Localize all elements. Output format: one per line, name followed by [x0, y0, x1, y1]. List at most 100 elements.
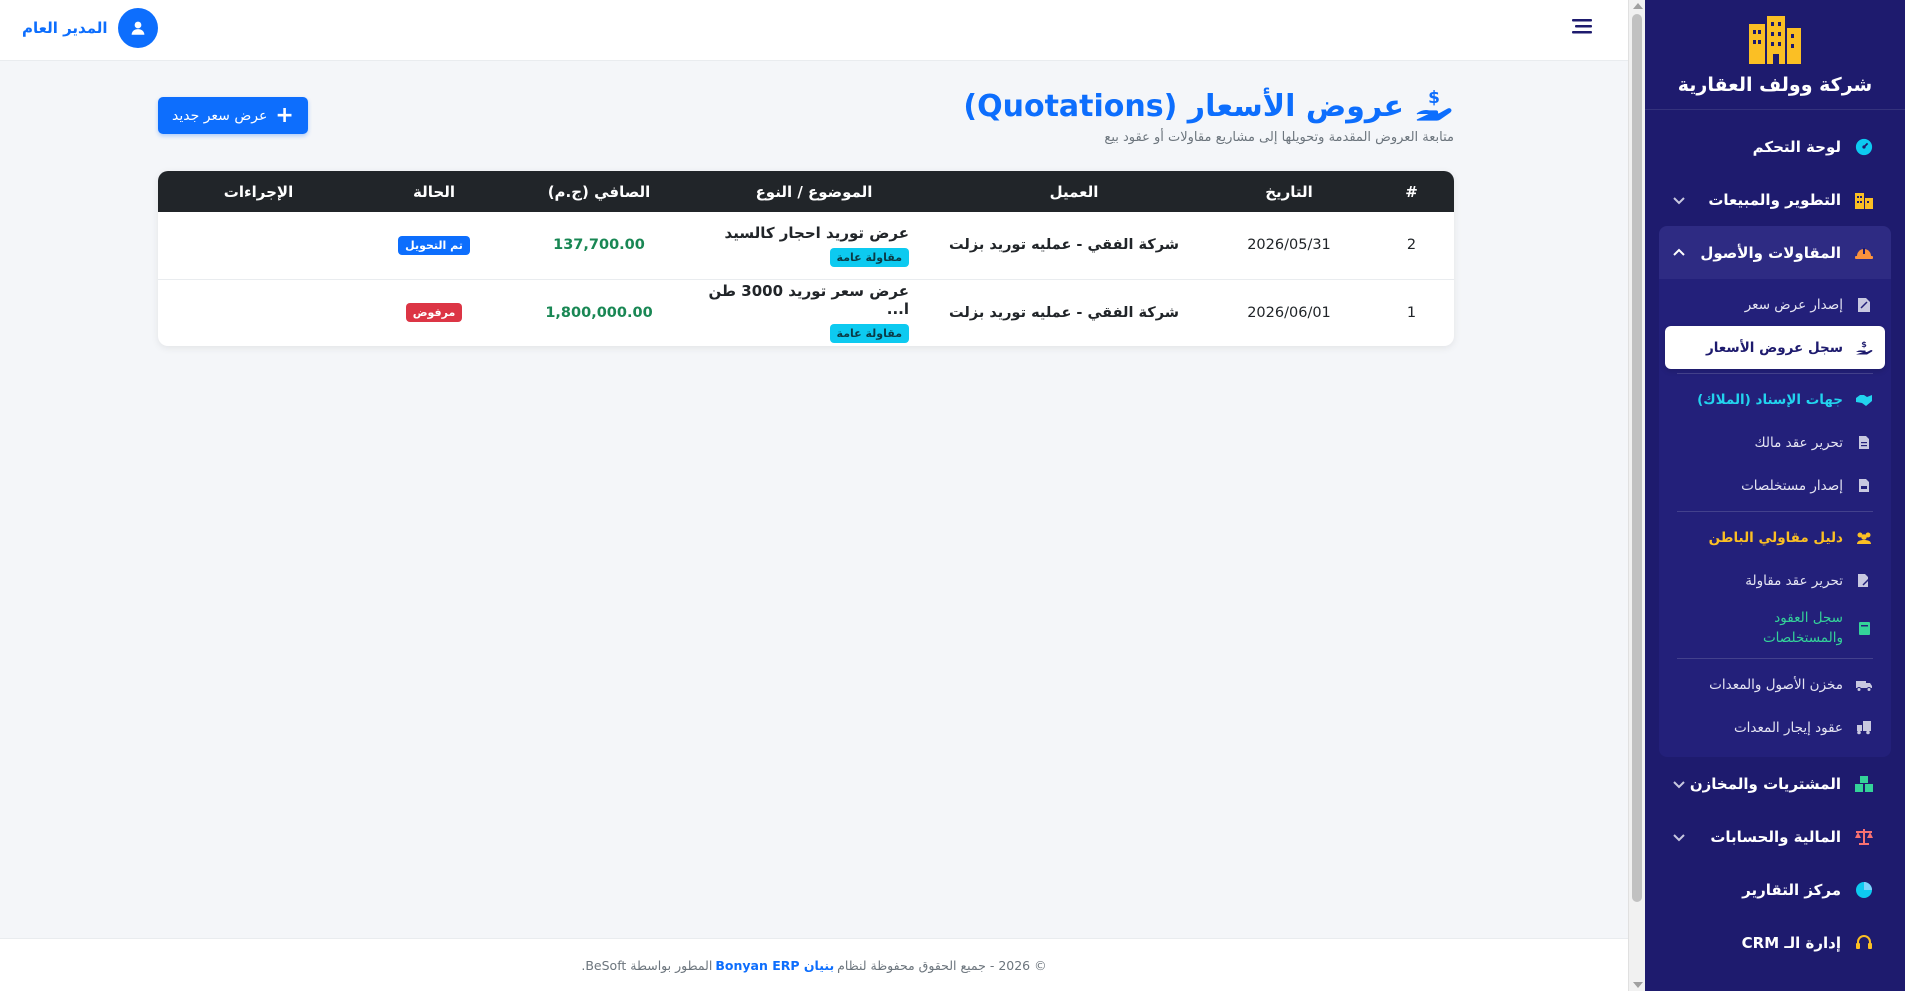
row-subject: عرض سعر توريد 3000 طن ا... مقاولة عامة: [689, 279, 939, 346]
sidebar-item-finance-accounts[interactable]: المالية والحسابات: [1659, 810, 1891, 863]
sidebar-subitem-owner-contract[interactable]: تحرير عقد مالك: [1665, 421, 1885, 464]
row-client: شركة الفقي - عمليه توريد بزلت: [949, 237, 1179, 254]
pie-chart-icon: [1853, 879, 1875, 901]
row-subject: عرض توريد احجار كالسيد مقاولة عامة: [689, 212, 939, 279]
avatar[interactable]: [117, 8, 158, 48]
sidebar-subitem-label: إصدار عرض سعر: [1744, 296, 1843, 313]
book-icon: [1855, 619, 1873, 637]
sidebar-item-reports-center[interactable]: مركز التقارير: [1659, 863, 1891, 916]
gauge-icon: [1853, 136, 1875, 158]
table-header-row: # التاريخ العميل الموضوع / النوع الصافي …: [158, 171, 1454, 212]
file-pen-icon: [1855, 572, 1873, 590]
sidebar-subitem-label: جهات الإسناد (الملاك): [1697, 391, 1843, 408]
menu-toggle-button[interactable]: [1570, 14, 1594, 38]
sidebar-subitem-assets-store[interactable]: مخزن الأصول والمعدات: [1665, 663, 1885, 706]
brand-name: شركة وولف العقارية: [1677, 73, 1873, 96]
table-row[interactable]: 2 2026/05/31 شركة الفقي - عمليه توريد بز…: [158, 212, 1454, 279]
user-icon: [131, 21, 144, 35]
page-subtitle: متابعة العروض المقدمة وتحويلها إلى مشاري…: [1104, 130, 1454, 145]
sidebar-subitem-owners[interactable]: جهات الإسناد (الملاك): [1665, 378, 1885, 421]
sidebar-item-purchases-stores[interactable]: المشتريات والمخازن: [1659, 757, 1891, 810]
sidebar-subitem-label: تحرير عقد مالك: [1754, 434, 1843, 451]
header-client[interactable]: العميل: [939, 171, 1209, 212]
plus-icon: +: [275, 102, 294, 128]
sidebar-subitem-label: مخزن الأصول والمعدات: [1709, 676, 1843, 693]
brand[interactable]: شركة وولف العقارية: [1645, 0, 1905, 110]
sidebar-subitem-label: دليل مقاولي الباطن: [1708, 529, 1843, 546]
sidebar-item-development-sales[interactable]: التطوير والمبيعات: [1659, 173, 1891, 226]
row-actions: [158, 279, 359, 346]
scroll-up-arrow[interactable]: [1633, 3, 1643, 9]
header-date[interactable]: التاريخ: [1209, 171, 1369, 212]
chevron-down-icon: [1673, 780, 1685, 788]
row-net: 137,700.00: [553, 237, 645, 254]
status-badge: تم التحويل: [398, 235, 470, 255]
row-status: مرفوض: [359, 279, 509, 346]
header-net[interactable]: الصافي (ج.م): [509, 171, 689, 212]
handshake-icon: [1855, 391, 1873, 409]
headset-icon: [1853, 932, 1875, 954]
sidebar-subitem-label: سجل عروض الأسعار: [1705, 339, 1843, 356]
row-num: 1: [1406, 304, 1417, 321]
subject-title: عرض سعر توريد 3000 طن ا...: [708, 282, 909, 319]
row-num: 2: [1406, 237, 1417, 254]
new-quotation-button[interactable]: + عرض سعر جديد: [158, 97, 308, 134]
header-actions: الإجراءات: [223, 182, 294, 201]
header-num[interactable]: #: [1369, 171, 1454, 212]
sidebar-item-label: المشتريات والمخازن: [1689, 774, 1841, 793]
sidebar-subitem-issue-quotation[interactable]: إصدار عرض سعر: [1665, 283, 1885, 326]
scale-icon: [1853, 826, 1875, 848]
sidebar-subitem-label: سجل العقود والمستخلصات: [1762, 610, 1843, 646]
sidebar-subitem-contracts-log[interactable]: سجل العقود والمستخلصات: [1665, 602, 1885, 654]
new-quotation-label: عرض سعر جديد: [172, 107, 268, 124]
sidebar-subitem-subcontractors[interactable]: دليل مقاولي الباطن: [1665, 516, 1885, 559]
scroll-thumb[interactable]: [1632, 14, 1642, 902]
page-title: عروض الأسعار (Quotations): [963, 88, 1404, 124]
sidebar-item-label: مركز التقارير: [1742, 880, 1841, 899]
row-status: تم التحويل: [359, 212, 509, 279]
quotations-table: # التاريخ العميل الموضوع / النوع الصافي …: [158, 171, 1454, 346]
main-content: المدير العام $ عروض الأسعار (Quotations)…: [0, 0, 1628, 991]
sidebar-item-contracting-assets[interactable]: المقاولات والأصول: [1659, 226, 1891, 279]
building-logo-icon: [1749, 15, 1801, 64]
row-net: 1,800,000.00: [545, 304, 653, 321]
boxes-icon: [1853, 773, 1875, 795]
hamburger-icon[interactable]: [1570, 14, 1594, 38]
scroll-down-arrow[interactable]: [1633, 982, 1643, 988]
status-badge: مرفوض: [405, 303, 463, 323]
user-name[interactable]: المدير العام: [22, 19, 108, 37]
sidebar-item-label: إدارة الـ CRM: [1741, 933, 1841, 952]
header-status[interactable]: الحالة: [359, 171, 509, 212]
sidebar-subitem-contract-editor[interactable]: تحرير عقد مقاولة: [1665, 559, 1885, 602]
page-scrollbar[interactable]: [1628, 0, 1645, 991]
footer-brand-link[interactable]: بنيان Bonyan ERP: [715, 958, 834, 973]
sidebar-subitem-label: إصدار مستخلصات: [1741, 477, 1843, 494]
sidebar-item-dashboard[interactable]: لوحة التحكم: [1659, 120, 1891, 173]
header-subject[interactable]: الموضوع / النوع: [689, 171, 939, 212]
sidebar: شركة وولف العقارية لوحة التحكم التطوير و…: [1645, 0, 1905, 991]
file-signature-icon: [1855, 296, 1873, 314]
chevron-down-icon: [1673, 833, 1685, 841]
row-actions: [158, 212, 359, 279]
row-date: 2026/05/31: [1247, 237, 1331, 254]
sidebar-submenu-contracting: إصدار عرض سعر $ سجل عروض الأسعار جهات ال…: [1659, 279, 1891, 757]
sidebar-subitem-equipment-rental[interactable]: عقود إيجار المعدات: [1665, 706, 1885, 749]
table-row[interactable]: 1 2026/06/01 شركة الفقي - عمليه توريد بز…: [158, 279, 1454, 346]
divider: [1677, 373, 1873, 374]
sidebar-subitem-quotations-log[interactable]: $ سجل عروض الأسعار: [1665, 326, 1885, 369]
sidebar-subitem-label: عقود إيجار المعدات: [1733, 719, 1843, 736]
truck-icon: [1855, 676, 1873, 694]
truck-ramp-icon: [1855, 719, 1873, 737]
sidebar-item-label: المالية والحسابات: [1710, 827, 1841, 846]
sidebar-subitem-issue-extracts[interactable]: إصدار مستخلصات: [1665, 464, 1885, 507]
user-menu[interactable]: المدير العام: [22, 8, 158, 48]
hand-dollar-icon: $: [1416, 88, 1452, 121]
sidebar-item-label: التطوير والمبيعات: [1708, 190, 1841, 209]
sidebar-item-label: المقاولات والأصول: [1700, 243, 1841, 262]
page-header: $ عروض الأسعار (Quotations) متابعة العرو…: [158, 86, 1454, 146]
chevron-up-icon: [1673, 248, 1685, 256]
type-badge: مقاولة عامة: [829, 324, 909, 344]
sidebar-item-crm[interactable]: إدارة الـ CRM: [1659, 916, 1891, 969]
row-date: 2026/06/01: [1247, 304, 1331, 321]
sidebar-subitem-label: تحرير عقد مقاولة: [1745, 572, 1843, 589]
